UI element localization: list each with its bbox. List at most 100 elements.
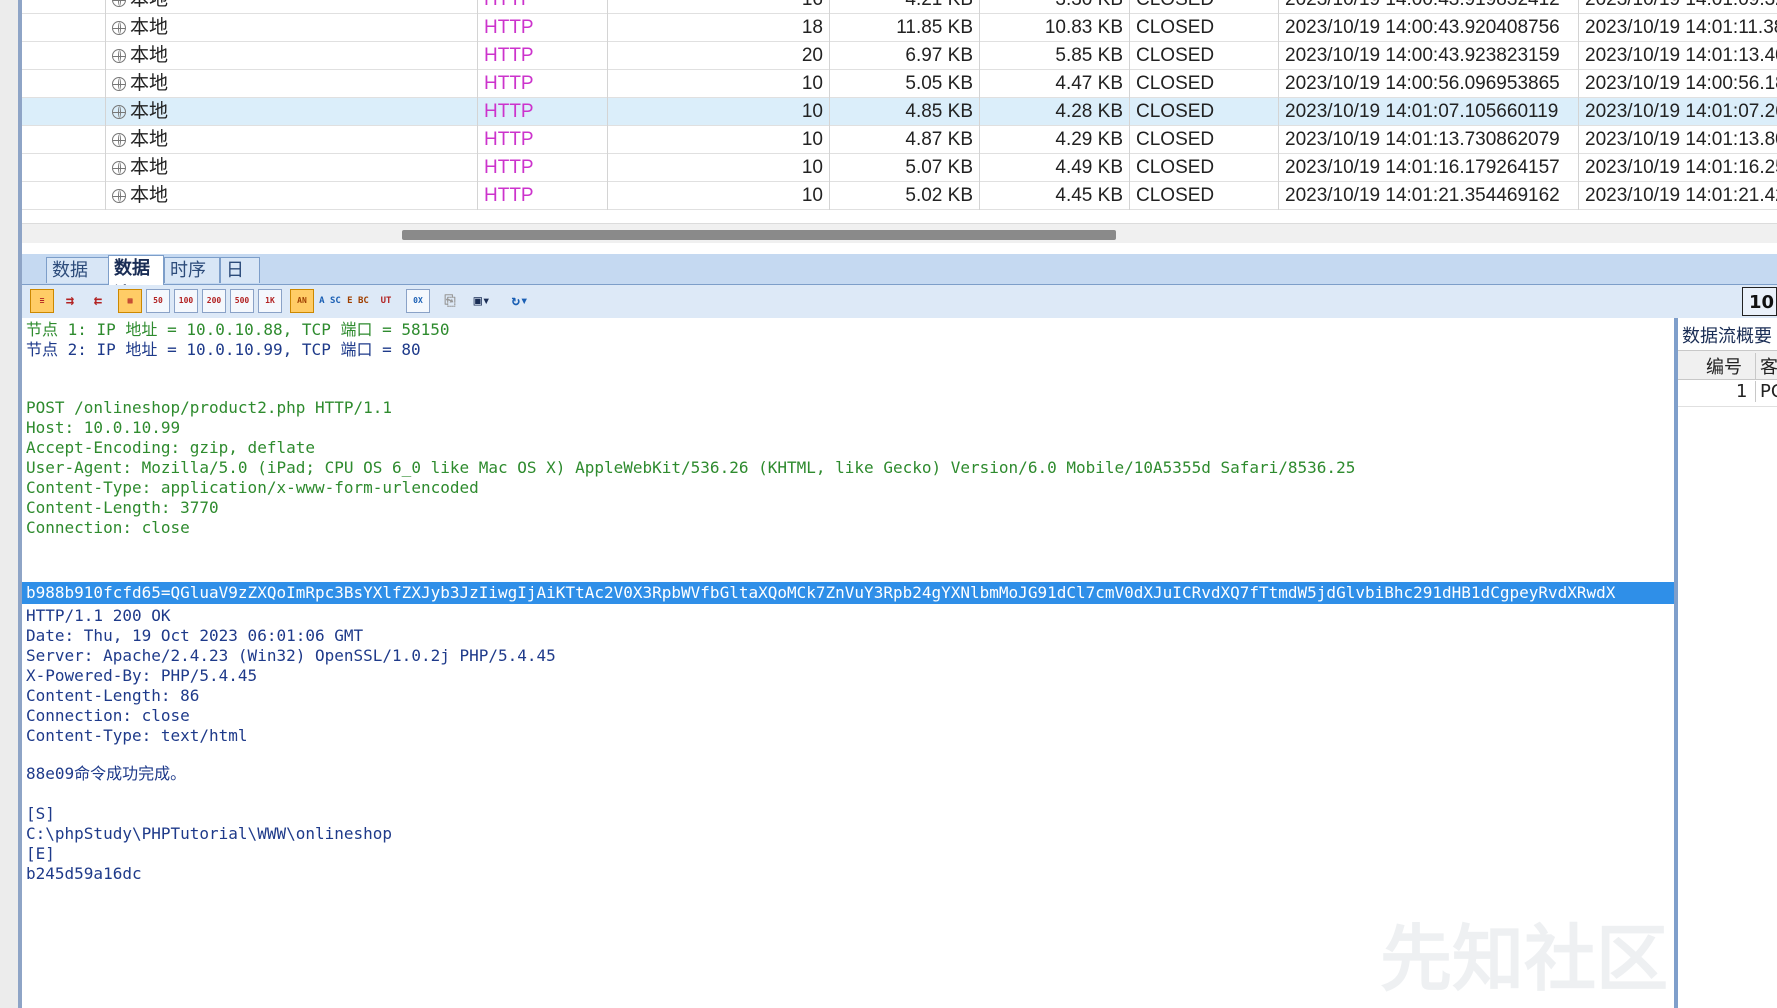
response-header: Server: Apache/2.4.23 (Win32) OpenSSL/1.…	[26, 646, 556, 665]
table-cell-end: 2023/10/19 14:00:56.18	[1579, 70, 1777, 98]
table-cell-proto: HTTP	[478, 98, 608, 126]
table-cell-end: 2023/10/19 14:01:07.26	[1579, 98, 1777, 126]
response-body: 88e09命令成功完成。	[26, 764, 187, 783]
table-cell-state: CLOSED	[1130, 42, 1279, 70]
table-cell-end: 2023/10/19 14:01:21.42	[1579, 182, 1777, 210]
tab-log[interactable]: 日志	[220, 257, 260, 307]
table-cell-payload: 5.85 KB	[980, 42, 1130, 70]
limit-200-button[interactable]: 200	[202, 289, 226, 313]
globe-icon	[112, 77, 126, 91]
request-header: User-Agent: Mozilla/5.0 (iPad; CPU OS 6_…	[26, 458, 1356, 477]
table-cell-state: CLOSED	[1130, 154, 1279, 182]
request-header: Content-Length: 3770	[26, 498, 219, 517]
table-row[interactable]: 本地 HTTP 10 4.87 KB 4.29 KB CLOSED 2023/10/19 1…	[22, 126, 1777, 154]
table-cell-node: 本地	[106, 98, 478, 126]
request-header: Connection: close	[26, 518, 190, 537]
stream-summary-panel: 数据流概要 编号 客 1 PC	[1678, 318, 1777, 1008]
globe-icon	[112, 0, 126, 7]
stream-toolbar: ≡ ⇉ ⇇ ▦ 50 100 200 500 1K AN SI A SC E B…	[22, 285, 1777, 328]
table-cell-bytes: 6.97 KB	[830, 42, 980, 70]
table-cell-proto: HTTP	[478, 14, 608, 42]
align-left-icon[interactable]: ⇉	[58, 289, 82, 313]
limit-1k-button[interactable]: 1K	[258, 289, 282, 313]
response-header: Date: Thu, 19 Oct 2023 06:01:06 GMT	[26, 626, 364, 645]
table-cell-packets: 10	[608, 126, 830, 154]
refresh-icon[interactable]: ↻▾	[508, 289, 532, 313]
limit-500-button[interactable]: 500	[230, 289, 254, 313]
table-cell-start: 2023/10/19 14:00:56.096953865	[1279, 70, 1579, 98]
table-row[interactable]: 本地 HTTP 20 6.97 KB 5.85 KB CLOSED 2023/10/19 1…	[22, 42, 1777, 70]
response-header: Connection: close	[26, 706, 190, 725]
tab-streams[interactable]: 数据流	[108, 255, 164, 305]
table-row[interactable]: 本地 HTTP 10 5.05 KB 4.47 KB CLOSED 2023/10/19 1…	[22, 70, 1777, 98]
table-cell-bytes: 4.87 KB	[830, 126, 980, 154]
image-dropdown-icon[interactable]: ▣▾	[470, 289, 494, 313]
node-label: 本地	[130, 17, 169, 38]
table-cell-node: 本地	[106, 14, 478, 42]
watermark: 先知社区	[1380, 917, 1669, 1001]
globe-icon	[112, 21, 126, 35]
table-cell-start: 2023/10/19 14:00:43.919832412	[1279, 0, 1579, 14]
table-cell-payload: 3.30 KB	[980, 0, 1130, 14]
request-header: Content-Type: application/x-www-form-url…	[26, 478, 479, 497]
align-icon[interactable]: ≡	[30, 289, 54, 313]
table-cell-end: 2023/10/19 14:01:16.25	[1579, 154, 1777, 182]
table-cell-start: 2023/10/19 14:01:13.730862079	[1279, 126, 1579, 154]
table-row[interactable]: 本地 HTTP 10 5.02 KB 4.45 KB CLOSED 2023/10/19 1…	[22, 182, 1777, 210]
table-cell-node: 本地	[106, 42, 478, 70]
node-label: 本地	[130, 73, 169, 94]
table-row[interactable]: 本地 HTTP 18 11.85 KB 10.83 KB CLOSED 2023/10/19…	[22, 14, 1777, 42]
node-label: 本地	[130, 129, 169, 150]
globe-icon	[112, 49, 126, 63]
request-body-text: b988b910fcfd65=QGluaV9zZXQoImRpc3BsYXlfZ…	[26, 583, 1616, 602]
response-body: [S]	[26, 804, 55, 823]
table-cell-state: CLOSED	[1130, 0, 1279, 14]
export-icon[interactable]: ⎘	[438, 289, 462, 313]
table-cell-bytes: 5.07 KB	[830, 154, 980, 182]
globe-icon	[112, 189, 126, 203]
summary-row[interactable]: 1 PC	[1678, 378, 1777, 407]
table-cell-packets: 10	[608, 154, 830, 182]
left-border	[0, 0, 22, 1008]
table-cell-proto: HTTP	[478, 70, 608, 98]
table-row[interactable]: 本地 HTTP 10 4.85 KB 4.28 KB CLOSED 2023/10/19 1…	[22, 98, 1777, 126]
table-row[interactable]: 本地HTTP164.21 KB3.30 KBCLOSED2023/10/19 1…	[22, 0, 1777, 14]
table-cell-payload: 4.47 KB	[980, 70, 1130, 98]
response-header: Content-Length: 86	[26, 686, 200, 705]
table-cell-end: 2023/10/19 14:01:13.40	[1579, 42, 1777, 70]
table-cell-bytes: 4.85 KB	[830, 98, 980, 126]
globe-icon	[112, 105, 126, 119]
table-cell-state: CLOSED	[1130, 70, 1279, 98]
selected-request-body[interactable]: b988b910fcfd65=QGluaV9zZXQoImRpc3BsYXlfZ…	[22, 582, 1674, 604]
hex-button[interactable]: 0X	[406, 289, 430, 313]
horizontal-scrollbar[interactable]	[22, 223, 1777, 243]
table-row[interactable]: 本地 HTTP 10 5.07 KB 4.49 KB CLOSED 2023/10/19 1…	[22, 154, 1777, 182]
table-cell-proto: HTTP	[478, 126, 608, 154]
table-cell-index	[22, 182, 106, 210]
node-label: 本地	[130, 185, 169, 206]
limit-50-button[interactable]: 50	[146, 289, 170, 313]
tab-packets[interactable]: 数据包	[46, 257, 110, 307]
table-cell-state: CLOSED	[1130, 182, 1279, 210]
table-cell-payload: 4.29 KB	[980, 126, 1130, 154]
grid-icon[interactable]: ▦	[118, 289, 142, 313]
summary-col-client[interactable]: 客	[1755, 353, 1777, 379]
view-tabs: 数据包 数据流 时序图 日志	[22, 254, 1777, 307]
table-cell-node: 本地	[106, 126, 478, 154]
tab-timeline[interactable]: 时序图	[164, 257, 220, 307]
stream-counter: 10	[1742, 287, 1777, 316]
table-cell-packets: 10	[608, 98, 830, 126]
ebcdic-button[interactable]: E BC	[346, 289, 370, 313]
response-body: b245d59a16dc	[26, 864, 142, 883]
table-cell-payload: 10.83 KB	[980, 14, 1130, 42]
table-cell-packets: 10	[608, 182, 830, 210]
table-cell-start: 2023/10/19 14:01:07.105660119	[1279, 98, 1579, 126]
align-right-icon[interactable]: ⇇	[86, 289, 110, 313]
ansi-button[interactable]: AN SI	[290, 289, 314, 327]
ascii-button[interactable]: A SC	[318, 289, 342, 313]
table-cell-node: 本地	[106, 70, 478, 98]
summary-col-no[interactable]: 编号	[1706, 353, 1742, 379]
limit-100-button[interactable]: 100	[174, 289, 198, 313]
utf8-button[interactable]: UT F8	[374, 289, 398, 328]
scrollbar-thumb[interactable]	[402, 230, 1116, 240]
